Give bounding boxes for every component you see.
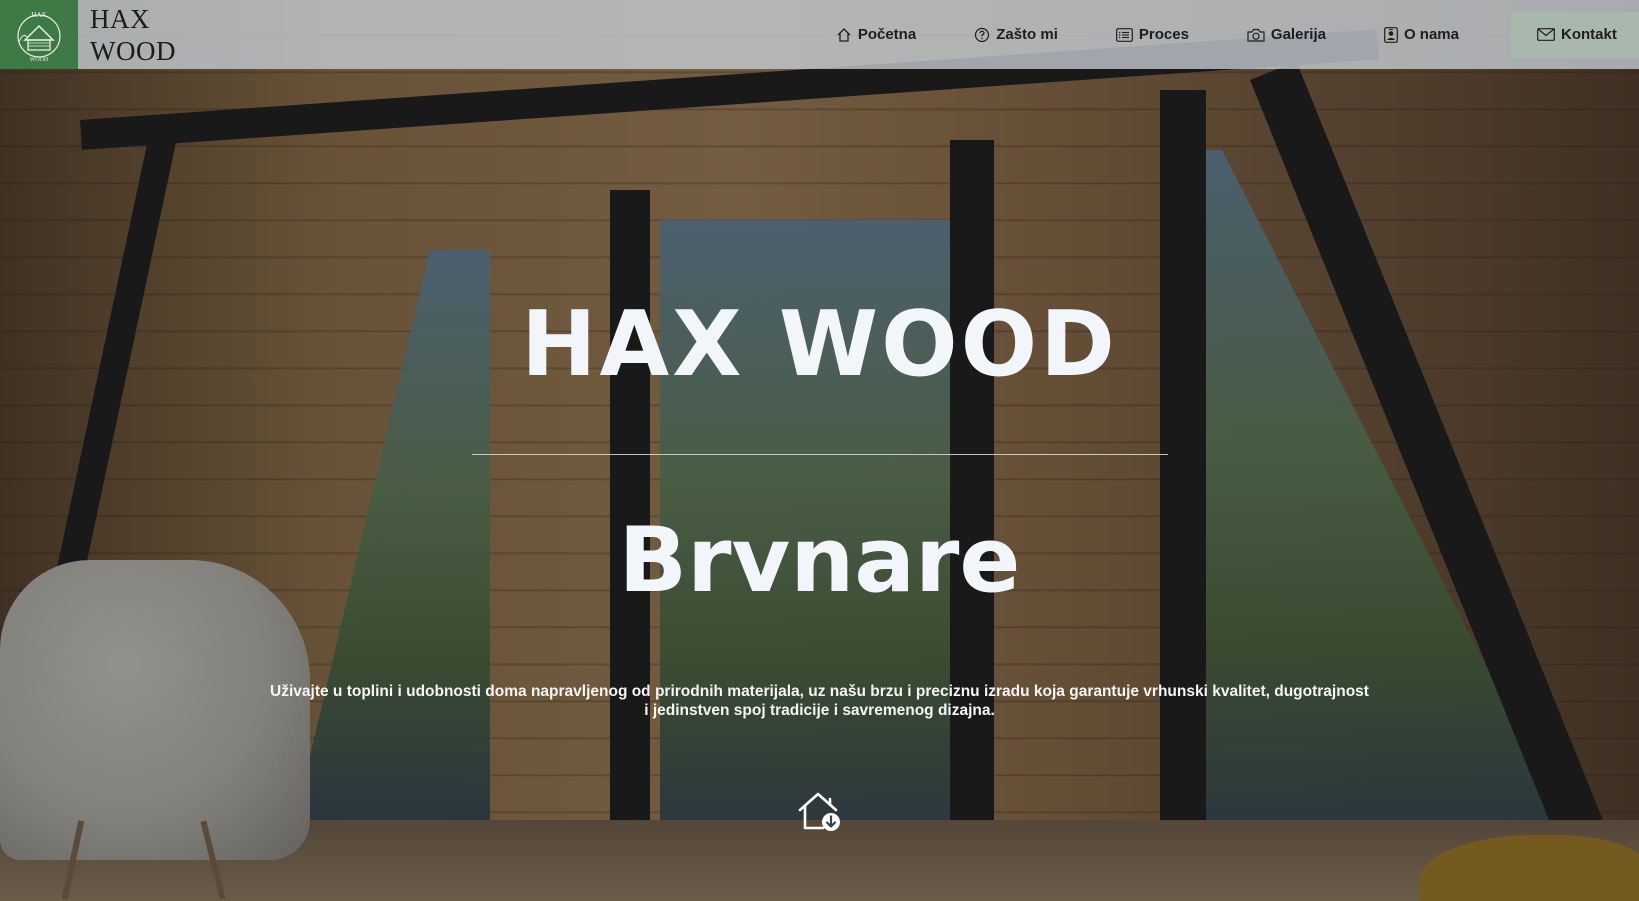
hero-subtitle: Brvnare [618,508,1021,613]
nav-label: Zašto mi [996,26,1058,43]
nav-item-galerija[interactable]: Galerija [1247,0,1326,69]
logo-emblem: HAX WOOD [11,7,67,63]
nav-label: O nama [1403,26,1459,43]
person-badge-icon [1384,26,1398,43]
brand-line-1: HAX [90,3,150,34]
brand-line-2: WOOD [90,35,176,66]
nav-item-zasto-mi[interactable]: Zašto mi [974,0,1058,69]
svg-text:WOOD: WOOD [30,57,49,63]
cabin-logo-icon: HAX WOOD [17,11,61,63]
house-down-icon [798,792,840,831]
dark-overlay [0,0,1639,901]
hero-divider [472,454,1168,455]
nav-item-proces[interactable]: Proces [1115,0,1189,69]
hero-title: HAX WOOD [521,292,1118,397]
hero-description: Uživajte u toplini i udobnosti doma napr… [270,683,1369,719]
hero-background [0,0,1639,901]
camera-icon [1247,28,1265,42]
nav-label: Proces [1138,26,1189,43]
svg-text:HAX: HAX [31,11,46,19]
main-nav: Početna Zašto mi Proces Galerija O nama … [836,0,1639,69]
nav-label: Galerija [1270,26,1326,43]
question-circle-icon [975,27,990,42]
logo[interactable]: HAX WOOD [0,0,78,69]
card-list-icon [1115,27,1133,42]
navbar: HAX WOOD HAX WOOD Početna Zašto mi Proce… [0,0,1639,69]
envelope-icon [1537,28,1555,41]
nav-label: Početna [857,26,917,43]
nav-item-kontakt[interactable]: Kontakt [1511,11,1639,58]
home-icon [837,27,851,42]
scroll-down-button[interactable] [797,790,843,834]
nav-label: Kontakt [1561,26,1617,43]
nav-item-pocetna[interactable]: Početna [836,0,916,69]
brand-name[interactable]: HAX WOOD [90,3,176,67]
nav-item-o-nama[interactable]: O nama [1384,0,1459,69]
